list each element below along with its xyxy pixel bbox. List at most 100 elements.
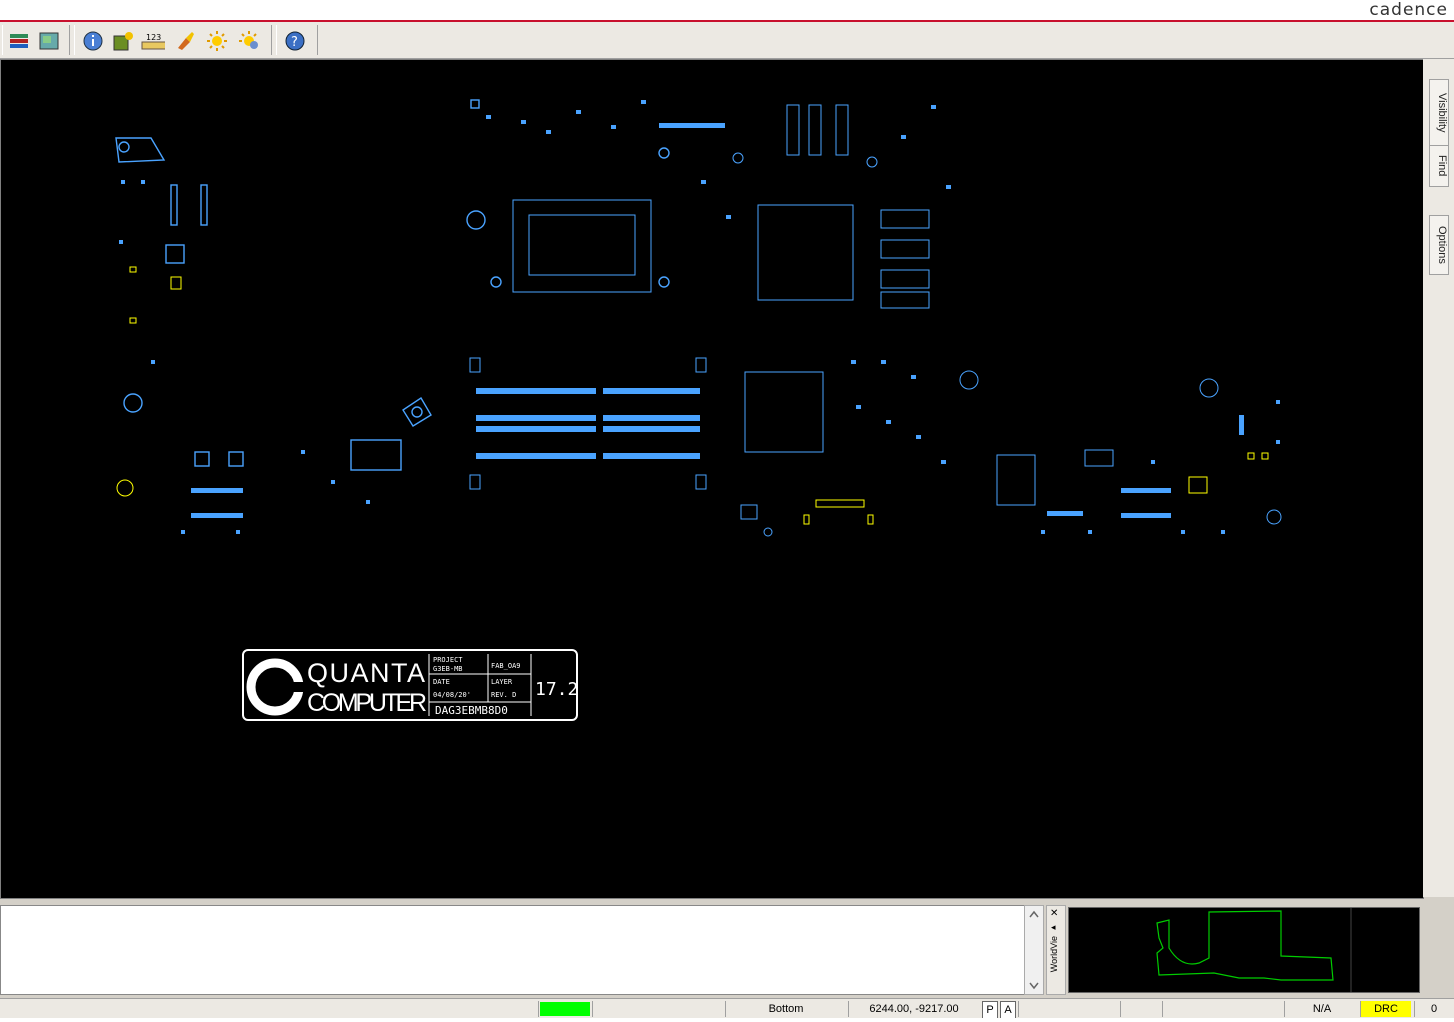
toolbar-group-tools: 123: [74, 25, 272, 55]
sun-dehighlight-icon[interactable]: [237, 29, 261, 53]
pad: [366, 500, 370, 504]
tab-options[interactable]: Options: [1429, 215, 1449, 275]
ram-slot: [835, 104, 849, 156]
highlight-brush-icon[interactable]: [173, 29, 197, 53]
pad: [119, 240, 123, 244]
mounting-hole: [866, 156, 878, 168]
logo-line1: QUANTA: [307, 658, 425, 688]
version-number: 17.2: [535, 679, 578, 700]
ic-chip: [740, 504, 758, 520]
world-view-icon[interactable]: [37, 29, 61, 53]
dimm-marker: [469, 474, 481, 490]
mounting-hole: [732, 152, 744, 164]
a-button[interactable]: A: [1000, 1001, 1016, 1019]
memory-pads: [880, 291, 930, 309]
mounting-hole: [658, 276, 670, 288]
pad: [1276, 440, 1280, 444]
status-bar: Bottom 6244.00, -9217.00 P A N/A DRC 0: [0, 998, 1454, 1019]
p-button[interactable]: P: [982, 1001, 998, 1019]
pad: [726, 215, 731, 219]
pad: [1181, 530, 1185, 534]
scroll-up-icon: [1029, 910, 1039, 918]
toolbar-group-help: ?: [276, 25, 318, 55]
connector-bar: [1239, 415, 1244, 435]
help-icon[interactable]: ?: [283, 29, 307, 53]
pad: [851, 360, 856, 364]
mounting-hole: [118, 141, 130, 153]
pcb-canvas[interactable]: QUANTA COMPUTER PROJECT G3EB-MB FAB_OA9 …: [0, 59, 1424, 899]
mounting-hole: [411, 406, 423, 418]
project-label: PROJECT: [433, 656, 463, 664]
cpu-bga-area: [512, 104, 1282, 537]
mounting-hole: [490, 276, 502, 288]
connector-bar: [1047, 511, 1083, 516]
mounting-hole: [658, 147, 670, 159]
mounting-hole: [123, 393, 143, 413]
connector-bar: [1121, 513, 1171, 518]
logo-line2: COMPUTER: [307, 689, 427, 717]
measure-123-icon[interactable]: 123: [141, 29, 165, 53]
highlighted-hole: [116, 479, 134, 497]
drc-indicator[interactable]: DRC: [1360, 1001, 1411, 1017]
tab-find[interactable]: Find: [1429, 145, 1449, 187]
svg-text:123: 123: [146, 33, 161, 42]
cpu-die: [528, 214, 636, 276]
project-value: G3EB-MB: [433, 665, 463, 673]
date-label: DATE: [433, 678, 450, 686]
pad: [486, 115, 491, 119]
na-field: N/A: [1284, 1001, 1359, 1017]
pad: [946, 185, 951, 189]
memory-pads: [880, 269, 930, 289]
dimm-bar: [476, 453, 596, 459]
dimm-markers: [469, 357, 707, 490]
close-icon[interactable]: ✕: [1050, 908, 1058, 919]
tab-visibility[interactable]: Visibility: [1429, 79, 1449, 147]
connector-grid: [996, 454, 1036, 506]
world-view-label: WorldVie: [1049, 936, 1059, 973]
connector-bar: [1121, 488, 1171, 493]
pad: [641, 100, 646, 104]
drc-count: 0: [1414, 1001, 1453, 1017]
gpu-bga: [744, 371, 824, 453]
highlighted-pad: [867, 514, 874, 525]
cadence-logo: cadence: [1369, 0, 1448, 20]
dimm-bar: [603, 388, 700, 394]
console-scrollbar[interactable]: [1024, 905, 1044, 995]
active-layer: Bottom: [725, 1001, 846, 1017]
board-layout: QUANTA COMPUTER PROJECT G3EB-MB FAB_OA9 …: [115, 99, 1282, 721]
dimm-marker: [695, 474, 707, 490]
pin-icon[interactable]: ◂: [1051, 922, 1056, 933]
highlighted-connector: [815, 499, 865, 508]
layer-label: LAYER: [491, 678, 513, 686]
world-view-minimap[interactable]: [1068, 907, 1420, 993]
pad: [701, 180, 706, 184]
sun-highlight-icon[interactable]: [205, 29, 229, 53]
date-value: 04/08/20': [433, 691, 471, 699]
info-icon[interactable]: [81, 29, 105, 53]
bottom-strip: [0, 1018, 1454, 1022]
ram-slot: [808, 104, 822, 156]
quanta-logo-block: QUANTA COMPUTER PROJECT G3EB-MB FAB_OA9 …: [242, 649, 578, 721]
pad: [236, 530, 240, 534]
dimm-bar: [476, 415, 596, 421]
toolbar-group-view: [2, 25, 70, 55]
scattered-pads: [119, 100, 1280, 534]
dimm-marker: [695, 357, 707, 373]
pad: [1221, 530, 1225, 534]
cursor-coordinates: 6244.00, -9217.00: [848, 1001, 979, 1017]
properties-icon[interactable]: [111, 29, 135, 53]
highlighted-pad: [129, 317, 137, 324]
ic-chip: [1084, 449, 1114, 467]
status-blank-3: [1120, 1001, 1161, 1017]
highlighted-pad: [1247, 452, 1255, 460]
dimm-bar: [476, 426, 596, 432]
highlighted-pad: [803, 514, 810, 525]
connector: [200, 184, 208, 226]
pad: [881, 360, 886, 364]
command-console[interactable]: [0, 905, 1026, 995]
pad: [1151, 460, 1155, 464]
pad: [141, 180, 145, 184]
pad: [1041, 530, 1045, 534]
pad: [856, 405, 861, 409]
layers-icon[interactable]: [7, 29, 31, 53]
